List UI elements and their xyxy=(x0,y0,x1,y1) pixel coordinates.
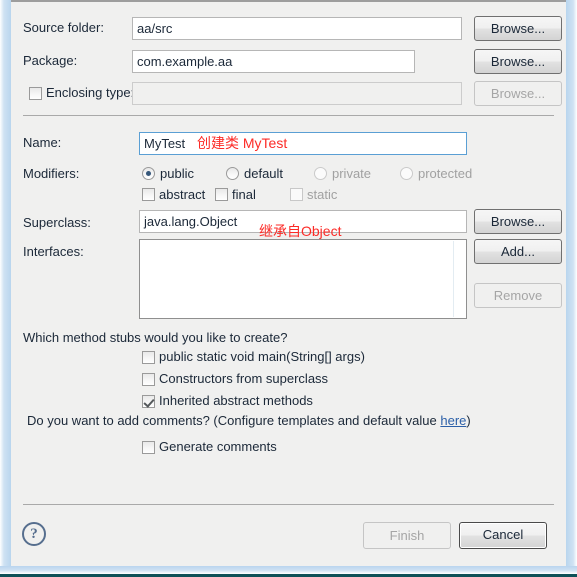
interfaces-label: Interfaces: xyxy=(23,244,84,259)
help-icon[interactable]: ? xyxy=(22,522,46,546)
modifier-radio-default[interactable] xyxy=(226,167,239,180)
generate-comments-label: Generate comments xyxy=(159,439,277,454)
modifier-label-default: default xyxy=(244,166,284,181)
browse-enclosing-type-button: Browse... xyxy=(474,81,562,106)
cancel-button[interactable]: Cancel xyxy=(459,522,547,549)
modifier-label-static: static xyxy=(307,187,338,202)
modifier-label-final: final xyxy=(232,187,256,202)
modifier-label-abstract: abstract xyxy=(159,187,206,202)
generate-comments-checkbox[interactable] xyxy=(142,441,155,454)
source-folder-label: Source folder: xyxy=(23,20,104,35)
interfaces-scrollbar-track[interactable] xyxy=(453,241,454,317)
method-stubs-question: Which method stubs would you like to cre… xyxy=(23,330,288,345)
modifier-label-public: public xyxy=(160,166,194,181)
dialog-client-area: Source folder: aa/src Browse... Package:… xyxy=(11,0,566,566)
modifier-label-protected: protected xyxy=(418,166,473,181)
window-frame-left xyxy=(0,0,11,566)
modifiers-label: Modifiers: xyxy=(23,166,80,181)
stub-label-inherited-abstract: Inherited abstract methods xyxy=(159,393,313,408)
stub-checkbox-inherited-abstract[interactable] xyxy=(142,395,155,408)
superclass-label: Superclass: xyxy=(23,215,91,230)
stub-checkbox-constructors[interactable] xyxy=(142,373,155,386)
remove-interface-button: Remove xyxy=(474,283,562,308)
name-label: Name: xyxy=(23,135,62,150)
add-interface-button[interactable]: Add... xyxy=(474,239,562,264)
window-frame-right xyxy=(566,0,577,566)
new-java-class-dialog: Source folder: aa/src Browse... Package:… xyxy=(0,0,577,577)
configure-templates-link[interactable]: here xyxy=(440,413,466,428)
modifier-checkbox-final[interactable] xyxy=(215,188,228,201)
separator-top xyxy=(23,115,554,116)
finish-button: Finish xyxy=(363,522,451,549)
modifier-radio-public[interactable] xyxy=(142,167,155,180)
modifier-label-private: private xyxy=(332,166,372,181)
name-input[interactable]: MyTest xyxy=(139,132,467,155)
enclosing-type-input xyxy=(132,82,462,105)
button-bar-separator xyxy=(23,504,554,505)
stub-label-constructors: Constructors from superclass xyxy=(159,371,329,386)
stub-checkbox-main-method[interactable] xyxy=(142,351,155,364)
browse-source-folder-button[interactable]: Browse... xyxy=(474,16,562,41)
comments-question: Do you want to add comments? (Configure … xyxy=(27,409,471,433)
comments-question-prefix: Do you want to add comments? (Configure … xyxy=(27,413,441,428)
source-folder-input[interactable]: aa/src xyxy=(132,17,462,40)
browse-package-button[interactable]: Browse... xyxy=(474,49,562,74)
package-input[interactable]: com.example.aa xyxy=(132,50,415,73)
dialog-button-bar: ? Finish Cancel xyxy=(11,504,566,566)
modifier-checkbox-abstract[interactable] xyxy=(142,188,155,201)
comments-question-suffix: ) xyxy=(466,413,471,428)
annotation-extends-object: 继承自Object xyxy=(259,223,342,239)
interfaces-listbox[interactable] xyxy=(139,239,467,319)
enclosing-type-checkbox[interactable] xyxy=(29,87,42,100)
dialog-content: Source folder: aa/src Browse... Package:… xyxy=(11,2,566,504)
modifier-radio-private xyxy=(314,167,327,180)
enclosing-type-label: Enclosing type: xyxy=(46,85,135,100)
annotation-create-class: 创建类 MyTest xyxy=(197,135,288,151)
modifier-checkbox-static xyxy=(290,188,303,201)
stub-label-main-method: public static void main(String[] args) xyxy=(159,349,365,364)
package-label: Package: xyxy=(23,53,78,68)
browse-superclass-button[interactable]: Browse... xyxy=(474,209,562,234)
modifier-radio-protected xyxy=(400,167,413,180)
